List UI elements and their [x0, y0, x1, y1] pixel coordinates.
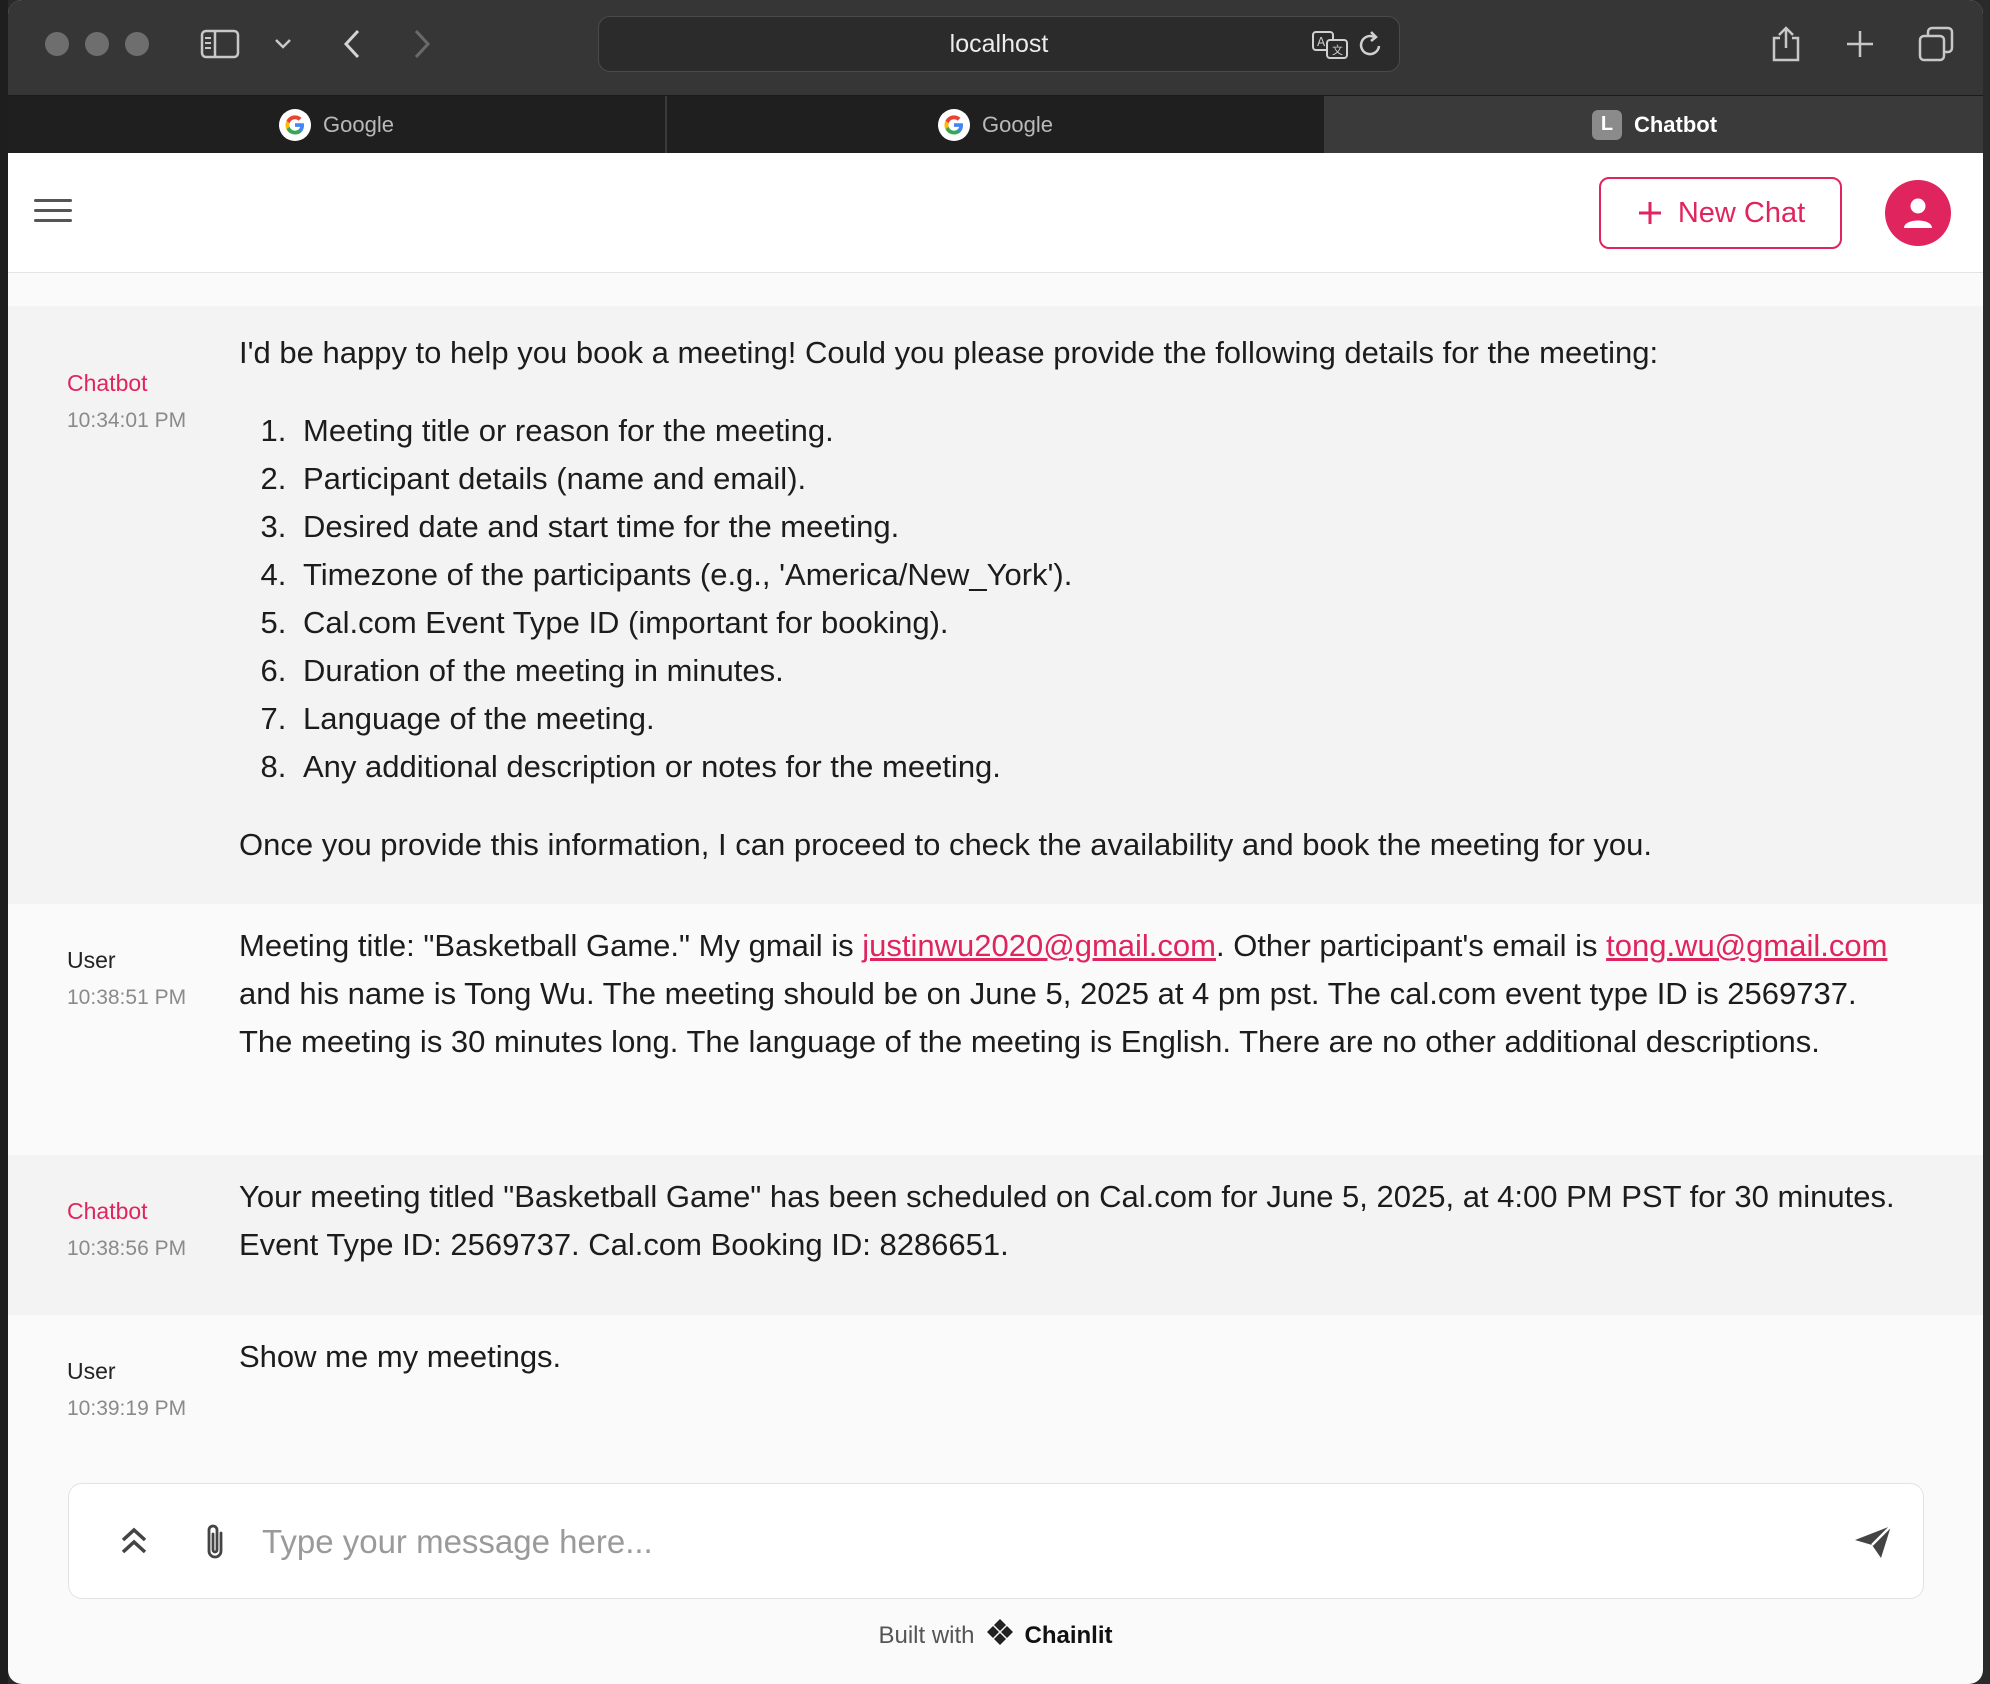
- svg-text:A: A: [1317, 35, 1326, 49]
- message-composer: [68, 1483, 1924, 1599]
- tab-overview-icon[interactable]: [1914, 22, 1958, 66]
- list-item: Timezone of the participants (e.g., 'Ame…: [295, 551, 1899, 599]
- tab-label: Google: [982, 111, 1053, 137]
- message-text: I'd be happy to help you book a meeting!…: [239, 335, 1659, 370]
- message-text: and his name is Tong Wu. The meeting sho…: [239, 976, 1857, 1059]
- address-text: localhost: [949, 29, 1049, 58]
- tab-chatbot[interactable]: L Chatbot: [1326, 96, 1983, 153]
- list-item: Participant details (name and email).: [295, 455, 1899, 503]
- message-author: Chatbot: [67, 370, 148, 396]
- list-item: Desired date and start time for the meet…: [295, 503, 1899, 551]
- browser-window: localhost A文 Google Google L Chatbot New…: [8, 0, 1983, 1684]
- message-timestamp: 10:34:01 PM: [67, 409, 187, 432]
- chevron-down-icon[interactable]: [261, 22, 305, 66]
- forward-arrow-icon[interactable]: [400, 22, 444, 66]
- browser-toolbar: localhost A文: [8, 0, 1983, 96]
- app-header: New Chat: [8, 153, 1983, 273]
- sidebar-toggle-icon[interactable]: [198, 22, 242, 66]
- message-body: I'd be happy to help you book a meeting!…: [239, 329, 1899, 869]
- built-with-text: Built with: [878, 1621, 975, 1649]
- message-text: Meeting title: "Basketball Game." My gma…: [239, 928, 863, 963]
- list-item: Any additional description or notes for …: [295, 743, 1899, 791]
- user-avatar-icon[interactable]: [1885, 180, 1951, 246]
- message-text: Once you provide this information, I can…: [239, 827, 1653, 862]
- chevron-double-up-icon[interactable]: [110, 1518, 158, 1566]
- share-icon[interactable]: [1764, 22, 1808, 66]
- message-timestamp: 10:39:19 PM: [67, 1397, 187, 1420]
- zoom-window-button[interactable]: [125, 32, 149, 56]
- message-body: Show me my meetings.: [239, 1339, 562, 1374]
- tab-google-2[interactable]: Google: [667, 96, 1326, 153]
- requested-details-list: Meeting title or reason for the meeting.…: [295, 407, 1899, 791]
- message-timestamp: 10:38:56 PM: [67, 1237, 187, 1260]
- message-user-2: User 10:39:19 PM Show me my meetings.: [8, 1315, 1983, 1445]
- background-terminal-strip: [0, 0, 8, 1684]
- chainlit-brand-link[interactable]: Chainlit: [1025, 1622, 1113, 1650]
- chainlit-logo-icon[interactable]: [985, 1617, 1015, 1654]
- message-text: . Other participant's email is: [1215, 928, 1607, 963]
- hamburger-menu-icon[interactable]: [34, 193, 74, 233]
- message-body: Meeting title: "Basketball Game." My gma…: [239, 922, 1899, 1066]
- message-chatbot-1: Chatbot 10:34:01 PM I'd be happy to help…: [8, 306, 1983, 904]
- list-item: Language of the meeting.: [295, 695, 1899, 743]
- message-input[interactable]: [262, 1514, 1782, 1570]
- paperclip-icon[interactable]: [191, 1518, 239, 1566]
- message-author: User: [67, 947, 116, 973]
- google-icon: [279, 108, 312, 141]
- list-item: Cal.com Event Type ID (important for boo…: [295, 599, 1899, 647]
- email-link[interactable]: justinwu2020@gmail.com: [862, 928, 1216, 963]
- message-chatbot-2: Chatbot 10:38:56 PM Your meeting titled …: [8, 1155, 1983, 1315]
- tab-label: Chatbot: [1633, 111, 1718, 137]
- message-author: User: [67, 1358, 116, 1384]
- minimize-window-button[interactable]: [85, 32, 109, 56]
- translate-icon[interactable]: A文: [1311, 29, 1349, 66]
- email-link[interactable]: tong.wu@gmail.com: [1606, 928, 1887, 963]
- tab-favicon-badge: L: [1591, 109, 1622, 140]
- list-item: Meeting title or reason for the meeting.: [295, 407, 1899, 455]
- powered-by-footer: Built with Chainlit: [8, 1617, 1983, 1654]
- new-tab-plus-icon[interactable]: [1838, 22, 1882, 66]
- list-item: Duration of the meeting in minutes.: [295, 647, 1899, 695]
- message-timestamp: 10:38:51 PM: [67, 986, 187, 1009]
- svg-text:文: 文: [1332, 43, 1343, 57]
- message-author: Chatbot: [67, 1198, 148, 1224]
- send-icon[interactable]: [1849, 1518, 1897, 1566]
- new-chat-button[interactable]: New Chat: [1599, 177, 1842, 249]
- google-icon: [938, 108, 971, 141]
- back-arrow-icon[interactable]: [330, 22, 374, 66]
- close-window-button[interactable]: [45, 32, 69, 56]
- tab-google-1[interactable]: Google: [8, 96, 667, 153]
- reload-icon[interactable]: [1357, 29, 1385, 66]
- plus-icon: [1638, 202, 1661, 224]
- tab-label: Google: [323, 111, 394, 137]
- address-bar[interactable]: localhost A文: [598, 16, 1400, 72]
- browser-tab-bar: Google Google L Chatbot: [8, 96, 1983, 153]
- message-user-1: User 10:38:51 PM Meeting title: "Basketb…: [8, 904, 1983, 1155]
- new-chat-label: New Chat: [1677, 196, 1806, 229]
- message-body: Your meeting titled "Basketball Game" ha…: [239, 1179, 1895, 1262]
